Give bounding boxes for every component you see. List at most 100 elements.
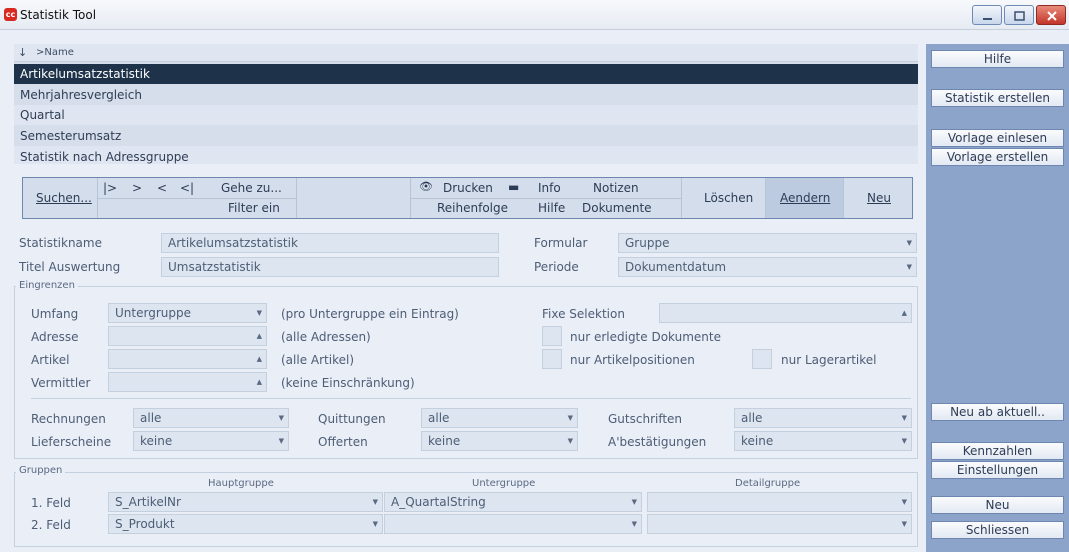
new-button[interactable]: Neu [867, 191, 891, 205]
fixe-selektion-picker[interactable]: ▲ [659, 303, 912, 323]
vermittler-note: (keine Einschränkung) [281, 376, 415, 390]
offerten-label: Offerten [318, 435, 368, 449]
action-sidebar: Hilfe Statistik erstellen Vorlage einles… [926, 44, 1069, 552]
goto-button[interactable]: Gehe zu... [221, 181, 282, 195]
kennzahlen-button[interactable]: Kennzahlen [931, 442, 1064, 460]
order-button[interactable]: Reihenfolge [437, 201, 508, 215]
chevron-down-icon: ▼ [256, 309, 262, 317]
info-button[interactable]: Info [538, 181, 561, 195]
notes-button[interactable]: Notizen [593, 181, 639, 195]
adresse-label: Adresse [31, 330, 79, 344]
feld2-hauptgruppe-select[interactable]: S_Produkt ▼ [108, 514, 383, 534]
neu-button[interactable]: Neu [931, 496, 1064, 514]
chevron-down-icon: ▼ [372, 520, 378, 528]
erledigt-label: nur erledigte Dokumente [570, 330, 721, 344]
rechnungen-label: Rechnungen [31, 412, 106, 426]
formular-value: Gruppe [625, 236, 670, 250]
erledigt-checkbox[interactable] [542, 326, 562, 346]
schliessen-button[interactable]: Schliessen [931, 521, 1064, 539]
lieferscheine-select[interactable]: keine ▼ [133, 431, 289, 451]
vorlage-erstellen-button[interactable]: Vorlage erstellen [931, 148, 1064, 166]
feld1-untergruppe-select[interactable]: A_QuartalString ▼ [384, 492, 642, 512]
sort-arrow-icon[interactable]: ↓ [18, 46, 27, 59]
lagerartikel-checkbox[interactable] [752, 349, 772, 369]
list-item[interactable]: Semesterumsatz [14, 126, 918, 146]
vermittler-picker[interactable]: ▲ [108, 372, 267, 392]
close-icon [1047, 11, 1057, 21]
list-header: ↓ >Name [14, 44, 918, 62]
list-item[interactable]: Quartal [14, 105, 918, 125]
gutschriften-select[interactable]: alle ▼ [734, 408, 912, 428]
separator [31, 398, 911, 399]
last-record-button[interactable]: <| [180, 181, 194, 195]
chevron-down-icon: ▼ [372, 498, 378, 506]
detailgruppe-header: Detailgruppe [735, 478, 801, 489]
hilfe-button[interactable]: Hilfe [931, 50, 1064, 68]
app-logo-icon: cc [4, 8, 17, 21]
titel-auswertung-field[interactable]: Umsatzstatistik [161, 257, 499, 277]
help-button[interactable]: Hilfe [538, 201, 565, 215]
next-record-button[interactable]: > [132, 181, 142, 195]
search-button[interactable]: Suchen... [36, 191, 92, 205]
edit-button[interactable]: Aendern [780, 191, 830, 205]
filter-button[interactable]: Filter ein [228, 201, 280, 215]
lagerartikel-label: nur Lagerartikel [781, 353, 877, 367]
delete-button[interactable]: Löschen [704, 191, 753, 205]
feld2-label: 2. Feld [31, 518, 71, 532]
statistik-erstellen-button[interactable]: Statistik erstellen [931, 89, 1064, 107]
printer-icon: ▬ [508, 180, 520, 194]
name-column-header[interactable]: >Name [36, 47, 74, 58]
list-item[interactable]: Artikelumsatzstatistik [14, 64, 918, 84]
quittungen-select[interactable]: alle ▼ [421, 408, 578, 428]
list-item[interactable]: Statistik nach Adressgruppe [14, 146, 918, 164]
offerten-select[interactable]: keine ▼ [421, 431, 578, 451]
statistikname-field[interactable]: Artikelumsatzstatistik [161, 233, 499, 253]
close-button[interactable] [1036, 5, 1066, 25]
feld1-untergruppe-value: A_QuartalString [391, 495, 486, 509]
artikelpositionen-checkbox[interactable] [542, 349, 562, 369]
periode-select[interactable]: Dokumentdatum ▼ [618, 257, 917, 277]
chevron-down-icon: ▼ [906, 263, 912, 271]
first-record-button[interactable]: |> [103, 181, 117, 195]
chevron-down-icon: ▼ [567, 437, 573, 445]
einstellungen-button[interactable]: Einstellungen [931, 461, 1064, 479]
eingrenzen-title: Eingrenzen [16, 280, 78, 291]
quittungen-value: alle [428, 411, 450, 425]
abestaetigungen-select[interactable]: keine ▼ [734, 431, 912, 451]
titel-auswertung-label: Titel Auswertung [19, 260, 121, 274]
chevron-down-icon: ▼ [567, 414, 573, 422]
vorlage-einlesen-button[interactable]: Vorlage einlesen [931, 129, 1064, 147]
feld1-hauptgruppe-select[interactable]: S_ArtikelNr ▼ [108, 492, 383, 512]
chevron-down-icon: ▼ [901, 437, 907, 445]
abestaetigungen-label: A'bestätigungen [608, 435, 707, 449]
feld1-detailgruppe-select[interactable]: ▼ [647, 492, 912, 512]
minimize-button[interactable] [972, 5, 1002, 25]
feld2-hauptgruppe-value: S_Produkt [115, 517, 175, 531]
maximize-button[interactable] [1004, 5, 1034, 25]
chevron-down-icon: ▼ [901, 414, 907, 422]
feld1-hauptgruppe-value: S_ArtikelNr [115, 495, 181, 509]
neu-ab-aktuell-button[interactable]: Neu ab aktuell.. [931, 403, 1064, 421]
artikel-picker[interactable]: ▲ [108, 349, 267, 369]
record-toolbar: Suchen... |> > < <| Gehe zu... Filter ei… [22, 177, 913, 219]
print-button[interactable]: Drucken [443, 181, 493, 195]
chevron-up-icon: ▲ [901, 309, 907, 317]
documents-button[interactable]: Dokumente [582, 201, 652, 215]
artikelpositionen-label: nur Artikelpositionen [570, 353, 695, 367]
fixe-selektion-label: Fixe Selektion [542, 307, 625, 321]
adresse-picker[interactable]: ▲ [108, 326, 267, 346]
periode-label: Periode [534, 260, 579, 274]
adresse-note: (alle Adressen) [281, 330, 371, 344]
feld2-untergruppe-select[interactable]: ▼ [384, 514, 642, 534]
list-item[interactable]: Mehrjahresvergleich [14, 85, 918, 105]
umfang-select[interactable]: Untergruppe ▼ [108, 303, 267, 323]
artikel-note: (alle Artikel) [281, 353, 355, 367]
previous-record-button[interactable]: < [157, 181, 167, 195]
chevron-down-icon: ▼ [906, 239, 912, 247]
chevron-down-icon: ▼ [278, 414, 284, 422]
rechnungen-select[interactable]: alle ▼ [133, 408, 289, 428]
chevron-down-icon: ▼ [901, 520, 907, 528]
feld2-detailgruppe-select[interactable]: ▼ [647, 514, 912, 534]
formular-select[interactable]: Gruppe ▼ [618, 233, 917, 253]
gutschriften-label: Gutschriften [608, 412, 683, 426]
